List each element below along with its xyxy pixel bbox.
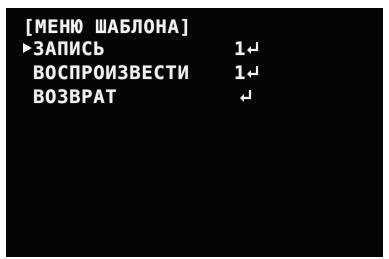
menu-item-value: 1 bbox=[234, 62, 246, 84]
enter-icon bbox=[247, 42, 259, 54]
osd-screen: [МЕНЮ ШАБЛОНА] ЗАПИСЬ 1 ВОСПРОИЗВЕСТИ 1 … bbox=[6, 8, 383, 257]
menu-item-record[interactable]: ЗАПИСЬ 1 bbox=[6, 38, 383, 60]
menu-title: [МЕНЮ ШАБЛОНА] bbox=[23, 16, 192, 38]
enter-icon bbox=[247, 66, 259, 78]
selection-cursor-icon bbox=[23, 43, 32, 53]
menu-item-playback[interactable]: ВОСПРОИЗВЕСТИ 1 bbox=[6, 62, 383, 84]
menu-item-return[interactable]: ВОЗВРАТ bbox=[6, 86, 383, 108]
enter-icon bbox=[240, 90, 252, 102]
menu-item-label: ВОСПРОИЗВЕСТИ bbox=[33, 62, 190, 84]
menu-item-value: 1 bbox=[234, 38, 246, 60]
menu-item-label: ВОЗВРАТ bbox=[33, 86, 118, 108]
menu-item-label: ЗАПИСЬ bbox=[33, 38, 106, 60]
